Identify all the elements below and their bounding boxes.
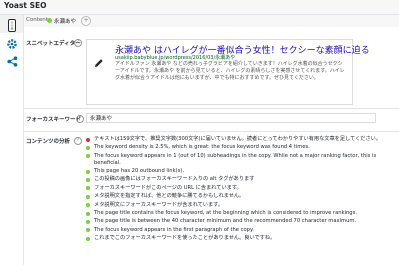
analysis-item-text: The focus keyword appears in the first p… xyxy=(94,226,254,233)
status-good-icon xyxy=(86,145,90,150)
analysis-item-text: The page title contains the focus keywor… xyxy=(94,209,357,216)
main-panel: Content: 永瀬あや + スニペットエディター ? 永瀬あや はハイレグが… xyxy=(24,15,399,265)
status-good-icon xyxy=(86,169,90,174)
analysis-item: The keyword density is 2.5%, which is gr… xyxy=(86,144,391,151)
analysis-item: The focus keyword appears in the first p… xyxy=(86,227,391,234)
snippet-preview[interactable]: 永瀬あや はハイレグが一番似合う女性！セクシーな素顔に迫る usakiip.ba… xyxy=(86,39,370,105)
analysis-item-text: This page has 20 outbound link(s). xyxy=(94,167,184,174)
analysis-item-text: テキストは159文字で、推奨文字数(300文字)に届いていません。読者にとってわ… xyxy=(94,136,382,142)
snippet-description[interactable]: アイドルファン 永瀬あや などの売れっ子グラビアを紹介していきます！ハイレグ水着… xyxy=(115,61,347,82)
analysis-item: メタ説明文を指定すれば、他との競争に勝てるかもしれません。 xyxy=(86,193,391,200)
analysis-item-text: メタ説明文を指定すれば、他との競争に勝てるかもしれません。 xyxy=(94,193,245,200)
status-good-icon xyxy=(86,177,90,182)
divider xyxy=(24,108,399,109)
analysis-list: テキストは159文字で、推奨文字数(300文字)に届いていません。読者にとってわ… xyxy=(86,136,391,243)
content-analysis-label: コンテンツの分析 xyxy=(26,139,71,145)
metabox-header[interactable]: Yoast SEO xyxy=(0,0,399,15)
keyword-tab-bar: Content: 永瀬あや + xyxy=(24,15,399,27)
analysis-item: フォーカスキーワードがこのページの URL に含まれています。 xyxy=(86,185,391,192)
analysis-item: メタ説明文にフォーカスキーワードが含まれています。 xyxy=(86,202,391,209)
status-good-icon xyxy=(86,203,90,208)
analysis-item-text: The focus keyword appears in 1 (out of 1… xyxy=(94,152,377,166)
analysis-item-text: メタ説明文にフォーカスキーワードが含まれています。 xyxy=(94,201,224,208)
status-good-icon xyxy=(86,154,90,159)
status-good-icon xyxy=(86,219,90,224)
status-good-icon xyxy=(86,236,90,241)
analysis-item: これまでこのフォーカスキーワードを使ったことがありません。良いですね。 xyxy=(86,235,391,242)
help-icon[interactable]: ? xyxy=(74,137,82,145)
snippet-editor-label: スニペットエディター xyxy=(26,41,81,47)
divider xyxy=(24,131,399,132)
analysis-item-text: フォーカスキーワードがこのページの URL に含まれています。 xyxy=(94,184,242,191)
focus-keyword-label: フォーカスキーワード xyxy=(26,117,82,123)
analysis-item: The page title is between the 40 charact… xyxy=(86,218,391,225)
focus-keyword-input[interactable]: 永瀬あや xyxy=(86,113,376,123)
gear-icon[interactable] xyxy=(5,37,19,51)
analysis-item-text: この投稿の画像にはフォーカスキーワード入りの alt タグがあります xyxy=(94,176,255,183)
pencil-icon[interactable] xyxy=(94,58,104,68)
tab-keyword[interactable]: 永瀬あや xyxy=(54,17,76,25)
analysis-item: The page title contains the focus keywor… xyxy=(86,210,391,217)
analysis-item: この投稿の画像にはフォーカスキーワード入りの alt タグがあります xyxy=(86,176,391,183)
analysis-item-text: The keyword density is 2.5%, which is gr… xyxy=(94,144,310,151)
plus-icon[interactable]: + xyxy=(81,16,91,26)
metabox-title: Yoast SEO xyxy=(4,1,47,10)
status-good-icon xyxy=(86,228,90,233)
snippet-url[interactable]: usakiip.babyblue.jp/wordpress/2016/03/永瀬… xyxy=(115,54,235,61)
share-icon[interactable] xyxy=(5,54,19,68)
status-bad-icon xyxy=(86,137,90,142)
analysis-item: This page has 20 outbound link(s). xyxy=(86,168,391,175)
analysis-item-text: The page title is between the 40 charact… xyxy=(94,218,357,225)
analysis-item: テキストは159文字で、推奨文字数(300文字)に届いていません。読者にとってわ… xyxy=(86,136,391,143)
help-icon[interactable]: ? xyxy=(76,115,84,123)
help-icon[interactable]: ? xyxy=(74,39,82,47)
status-good-icon xyxy=(86,211,90,216)
sidebar xyxy=(0,15,24,265)
traffic-light-icon[interactable] xyxy=(5,18,19,32)
score-dot-icon xyxy=(47,18,52,23)
analysis-item: The focus keyword appears in 1 (out of 1… xyxy=(86,153,391,167)
analysis-item-text: これまでこのフォーカスキーワードを使ったことがありません。良いですね。 xyxy=(94,235,276,242)
status-good-icon xyxy=(86,186,90,191)
status-good-icon xyxy=(86,194,90,199)
